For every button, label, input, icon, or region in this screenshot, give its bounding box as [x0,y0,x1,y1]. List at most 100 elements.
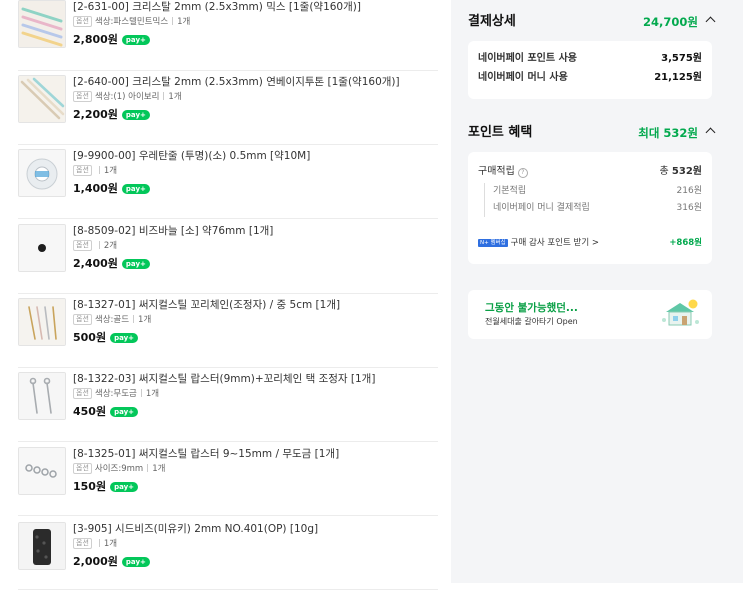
product-title[interactable]: [3-905] 시드비즈(미유키) 2mm NO.401(OP) [10g] [73,522,433,536]
order-item-list: [2-631-00] 크리스탈 2mm (2.5x3mm) 믹스 [1줄(약16… [0,0,450,590]
chevron-up-icon[interactable] [705,16,716,27]
section-title: 포인트 혜택 [468,125,533,140]
product-options: 옵션 색상:파스텔민트믹스 1개 [73,16,433,28]
payment-row-label: 네이버페이 포인트 사용 [478,53,577,64]
product-options: 옵션 1개 [73,165,433,177]
divider [133,315,135,323]
product-title[interactable]: [2-640-00] 크리스탈 2mm (2.5x3mm) 연베이지투톤 [1줄… [73,75,433,89]
npay-plus-icon: pay+ [121,259,150,269]
price: 450원 [73,405,107,418]
price: 150원 [73,480,107,493]
product-options: 옵션 사이즈:9mm 1개 [73,463,433,475]
point-benefit-header[interactable]: 포인트 혜택 최대 532원 [468,123,716,143]
product-options: 옵션 색상:골드 1개 [73,314,433,326]
npay-plus-icon: pay+ [110,333,139,343]
option-value: 색상:무도금 [94,389,137,399]
price: 2,800원 [73,33,118,46]
npay-plus-icon: pay+ [110,407,139,417]
divider [147,464,149,472]
product-thumbnail[interactable] [18,522,66,570]
divider [163,92,165,100]
quantity: 1개 [152,464,166,474]
product-thumbnail[interactable] [18,149,66,197]
product-title[interactable]: [9-9900-00] 우레탄줄 (투명)(소) 0.5mm [약10M] [73,149,433,163]
product-thumbnail[interactable] [18,75,66,123]
option-value: 색상:파스텔민트믹스 [94,17,169,27]
payment-row-label: 네이버페이 머니 사용 [478,72,568,83]
payment-row: 네이버페이 머니 사용 21,125원 [478,70,702,86]
payment-side-panel: 결제상세 24,700원 네이버페이 포인트 사용 3,575원 네이버페이 머… [451,0,743,583]
chevron-up-icon[interactable] [705,127,716,138]
product-title[interactable]: [2-631-00] 크리스탈 2mm (2.5x3mm) 믹스 [1줄(약16… [73,0,433,14]
product-title[interactable]: [8-1327-01] 써지컬스틸 꼬리체인(조정자) / 중 5cm [1개] [73,298,433,312]
help-icon[interactable]: ? [517,168,528,178]
price: 500원 [73,331,107,344]
house-illustration-icon [662,299,699,326]
order-item[interactable]: [3-905] 시드비즈(미유키) 2mm NO.401(OP) [10g] 옵… [18,515,438,590]
product-thumbnail[interactable] [18,0,66,48]
order-item[interactable]: [8-1325-01] 써지컬스틸 랍스터 9~15mm / 무도금 [1개] … [18,441,438,516]
quantity: 1개 [138,315,152,325]
option-tag: 옵션 [73,538,92,549]
divider [98,539,100,547]
quantity: 1개 [177,17,191,27]
point-max: 최대 532원 [638,126,698,140]
points-breakdown-row: 네이버페이 머니 결제적립 316원 [493,200,702,217]
product-title[interactable]: [8-1322-03] 써지컬스틸 랍스터(9mm)+꼬리체인 택 조정자 [1… [73,372,433,386]
payment-row-value: 3,575원 [661,53,702,64]
npay-plus-icon: pay+ [121,110,150,120]
price: 1,400원 [73,182,118,195]
thanks-point-value: +868원 [669,238,702,248]
npay-plus-icon: pay+ [121,184,150,194]
product-title[interactable]: [8-8509-02] 비즈바늘 [소] 약76mm [1개] [73,224,433,238]
payment-row: 네이버페이 포인트 사용 3,575원 [478,51,702,67]
option-tag: 옵션 [73,388,92,399]
quantity: 2개 [103,241,118,251]
order-item[interactable]: [8-1322-03] 써지컬스틸 랍스터(9mm)+꼬리체인 택 조정자 [1… [18,367,438,442]
payment-detail-header[interactable]: 결제상세 24,700원 [468,12,716,32]
option-tag: 옵션 [73,91,92,102]
order-item[interactable]: [2-640-00] 크리스탈 2mm (2.5x3mm) 연베이지투톤 [1줄… [18,70,438,145]
quantity: 1개 [168,92,182,102]
option-value: 색상:(1) 아이보리 [94,92,160,102]
product-options: 옵션 색상:(1) 아이보리 1개 [73,91,433,103]
divider [98,241,100,249]
option-tag: 옵션 [73,165,92,176]
points-breakdown-value: 216원 [676,186,702,196]
payment-row-value: 21,125원 [654,72,702,83]
quantity: 1개 [145,389,160,399]
quantity: 1개 [103,166,118,176]
order-item[interactable]: [8-1327-01] 써지컬스틸 꼬리체인(조정자) / 중 5cm [1개]… [18,293,438,368]
points-breakdown-value: 316원 [676,203,702,213]
payment-total: 24,700원 [643,15,698,29]
points-breakdown: 기본적립 216원 네이버페이 머니 결제적립 316원 [484,183,702,217]
product-title[interactable]: [8-1325-01] 써지컬스틸 랍스터 9~15mm / 무도금 [1개] [73,447,433,461]
product-thumbnail[interactable] [18,224,66,272]
point-benefit-card: 구매적립? 총 532원 기본적립 216원 네이버페이 머니 결제적립 316… [468,152,712,264]
quantity: 1개 [103,539,118,549]
product-thumbnail[interactable] [18,447,66,495]
promo-banner[interactable]: 그동안 불가능했던... 전월세대출 갈아타기 Open [468,290,712,339]
divider [172,17,174,25]
option-tag: 옵션 [73,314,92,325]
option-tag: 옵션 [73,240,92,251]
banner-subtitle: 전월세대출 갈아타기 Open [485,317,578,326]
price: 2,200원 [73,108,118,121]
price: 2,400원 [73,257,118,270]
membership-badge-icon: N+ 멤버십 [478,239,508,247]
product-thumbnail[interactable] [18,298,66,346]
points-breakdown-label: 기본적립 [493,186,527,196]
order-item[interactable]: [9-9900-00] 우레탄줄 (투명)(소) 0.5mm [약10M] 옵션… [18,144,438,219]
thanks-point-link[interactable]: N+ 멤버십 구매 감사 포인트 받기 > +868원 [478,236,702,250]
npay-plus-icon: pay+ [121,557,150,567]
npay-plus-icon: pay+ [121,35,150,45]
points-total-value: 532원 [671,166,702,177]
npay-plus-icon: pay+ [110,482,139,492]
order-item[interactable]: [2-631-00] 크리스탈 2mm (2.5x3mm) 믹스 [1줄(약16… [18,0,438,71]
product-thumbnail[interactable] [18,372,66,420]
option-value: 사이즈:9mm [94,464,144,474]
order-item[interactable]: [8-8509-02] 비즈바늘 [소] 약76mm [1개] 옵션 2개 2,4… [18,219,438,294]
purchase-points-label: 구매적립 [478,166,515,177]
divider [140,389,142,397]
payment-detail-card: 네이버페이 포인트 사용 3,575원 네이버페이 머니 사용 21,125원 [468,41,712,99]
